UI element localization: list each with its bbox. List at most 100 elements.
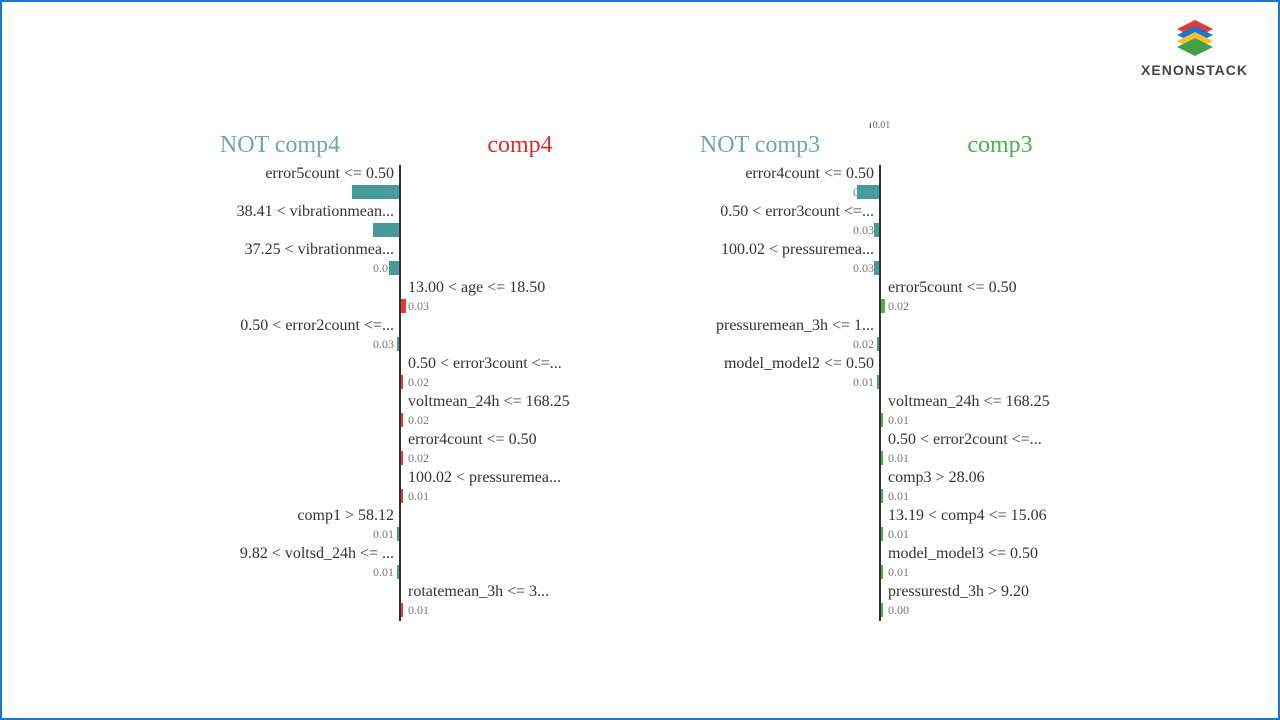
feature-label: voltmean_24h <= 168.25 <box>400 393 570 411</box>
right-row-6: voltmean_24h <= 168.25 0.01 <box>640 393 1120 431</box>
feature-value: 0.01 <box>880 489 909 504</box>
feature-label: error5count <= 0.50 <box>880 279 1017 297</box>
bar <box>877 337 880 351</box>
panel-right: 0.01 NOT comp3 comp3 error4count <= 0.50… <box>640 132 1120 621</box>
panel-right-titles: NOT comp3 comp3 <box>640 132 1120 159</box>
right-row-5: model_model2 <= 0.50 0.01 <box>640 355 1120 393</box>
feature-label: model_model3 <= 0.50 <box>880 545 1038 563</box>
left-row-0: error5count <= 0.50 0.25 <box>160 165 640 203</box>
bar <box>397 337 400 351</box>
feature-value: 0.00 <box>880 603 909 618</box>
bar <box>874 261 880 275</box>
feature-label: model_model2 <= 0.50 <box>724 355 880 373</box>
bar <box>397 565 400 579</box>
feature-label: 13.19 < comp4 <= 15.06 <box>880 507 1047 525</box>
feature-label: pressuremean_3h <= 1... <box>716 317 880 335</box>
feature-value: 0.01 <box>880 527 909 542</box>
feature-label: rotatemean_3h <= 3... <box>400 583 549 601</box>
feature-label: comp1 > 58.12 <box>297 507 400 525</box>
bar <box>352 185 400 199</box>
feature-label: 38.41 < vibrationmean... <box>237 203 400 221</box>
left-row-7: error4count <= 0.50 0.02 <box>160 431 640 469</box>
right-row-9: 13.19 < comp4 <= 15.06 0.01 <box>640 507 1120 545</box>
left-row-3: 13.00 < age <= 18.50 0.03 <box>160 279 640 317</box>
right-row-8: comp3 > 28.06 0.01 <box>640 469 1120 507</box>
feature-value: 0.01 <box>853 375 880 390</box>
right-pos-title: comp3 <box>880 132 1120 159</box>
right-row-3: error5count <= 0.50 0.02 <box>640 279 1120 317</box>
left-row-2: 37.25 < vibrationmea... 0.05 <box>160 241 640 279</box>
left-row-9: comp1 > 58.12 0.01 <box>160 507 640 545</box>
feature-label: 9.82 < voltsd_24h <= ... <box>240 545 400 563</box>
right-row-10: model_model3 <= 0.50 0.01 <box>640 545 1120 583</box>
bar <box>874 223 880 237</box>
panel-left-titles: NOT comp4 comp4 <box>160 132 640 159</box>
feature-label: 0.50 < error2count <=... <box>240 317 400 335</box>
feature-label: pressurestd_3h > 9.20 <box>880 583 1029 601</box>
left-row-10: 9.82 < voltsd_24h <= ... 0.01 <box>160 545 640 583</box>
feature-label: error4count <= 0.50 <box>400 431 537 449</box>
panel-right-rows: error4count <= 0.50 0.12 0.50 < error3co… <box>640 165 1120 621</box>
left-neg-title: NOT comp4 <box>160 132 400 159</box>
bar <box>880 451 883 465</box>
bar <box>880 489 883 503</box>
feature-value: 0.01 <box>880 565 909 580</box>
bar <box>389 261 400 275</box>
bar <box>400 375 403 389</box>
charts-container: NOT comp4 comp4 error5count <= 0.50 0.25… <box>2 132 1278 621</box>
bar <box>880 565 883 579</box>
brand-name: XENONSTACK <box>1141 62 1248 78</box>
panel-left-rows: error5count <= 0.50 0.25 38.41 < vibrati… <box>160 165 640 621</box>
slide-frame: XENONSTACK NOT comp4 comp4 error5count <… <box>0 0 1280 720</box>
feature-label: error5count <= 0.50 <box>265 165 400 183</box>
feature-label: voltmean_24h <= 168.25 <box>880 393 1050 411</box>
bar <box>400 451 403 465</box>
bar <box>400 299 406 313</box>
left-row-4: 0.50 < error2count <=... 0.03 <box>160 317 640 355</box>
feature-value: 0.02 <box>400 451 429 466</box>
feature-value: 0.02 <box>400 375 429 390</box>
feature-label: comp3 > 28.06 <box>880 469 985 487</box>
left-row-11: rotatemean_3h <= 3... 0.01 <box>160 583 640 621</box>
feature-value: 0.01 <box>880 451 909 466</box>
feature-label: 13.00 < age <= 18.50 <box>400 279 545 297</box>
bar <box>880 413 883 427</box>
left-row-6: voltmean_24h <= 168.25 0.02 <box>160 393 640 431</box>
feature-value: 0.01 <box>373 565 400 580</box>
right-top-tick: 0.01 <box>870 120 891 131</box>
feature-value: 0.01 <box>880 413 909 428</box>
left-row-1: 38.41 < vibrationmean... 0.14 <box>160 203 640 241</box>
bar <box>880 299 885 313</box>
feature-value: 0.03 <box>373 337 400 352</box>
feature-value: 0.02 <box>400 413 429 428</box>
bar <box>373 223 400 237</box>
right-row-4: pressuremean_3h <= 1... 0.02 <box>640 317 1120 355</box>
right-neg-title: NOT comp3 <box>640 132 880 159</box>
feature-value: 0.01 <box>373 527 400 542</box>
right-row-2: 100.02 < pressuremea... 0.03 <box>640 241 1120 279</box>
feature-value: 0.01 <box>400 603 429 618</box>
left-row-8: 100.02 < pressuremea... 0.01 <box>160 469 640 507</box>
feature-value: 0.01 <box>400 489 429 504</box>
right-row-0: error4count <= 0.50 0.12 <box>640 165 1120 203</box>
feature-label: 0.50 < error2count <=... <box>880 431 1042 449</box>
feature-label: 0.50 < error3count <=... <box>720 203 880 221</box>
right-row-1: 0.50 < error3count <=... 0.03 <box>640 203 1120 241</box>
feature-label: 100.02 < pressuremea... <box>721 241 880 259</box>
bar <box>400 603 403 617</box>
bar <box>877 375 880 389</box>
feature-label: 0.50 < error3count <=... <box>400 355 562 373</box>
logo-stack-icon <box>1173 20 1217 58</box>
bar <box>397 527 400 541</box>
bar <box>400 489 403 503</box>
left-pos-title: comp4 <box>400 132 640 159</box>
panel-left: NOT comp4 comp4 error5count <= 0.50 0.25… <box>160 132 640 621</box>
feature-value: 0.02 <box>853 337 880 352</box>
bar <box>880 603 883 617</box>
right-row-7: 0.50 < error2count <=... 0.01 <box>640 431 1120 469</box>
right-row-11: pressurestd_3h > 9.20 0.00 <box>640 583 1120 621</box>
left-row-5: 0.50 < error3count <=... 0.02 <box>160 355 640 393</box>
bar <box>400 413 403 427</box>
feature-label: 37.25 < vibrationmea... <box>245 241 400 259</box>
feature-label: 100.02 < pressuremea... <box>400 469 561 487</box>
